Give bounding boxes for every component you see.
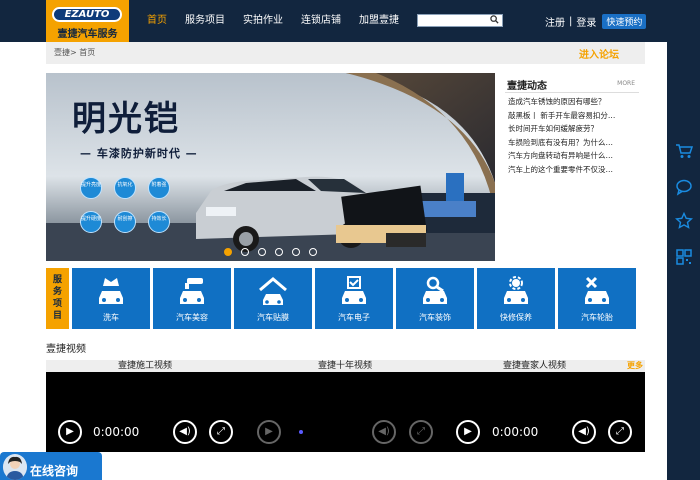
news-more-link[interactable]: MORE (617, 80, 635, 87)
main-nav: 首页 服务项目 实拍作业 连锁店铺 加盟壹捷 (138, 0, 408, 42)
service-car-film[interactable]: 汽车贴膜 (234, 268, 312, 329)
logo-subtitle: 壹捷汽车服务 (57, 29, 118, 40)
car-decoration-icon (423, 276, 447, 304)
service-name: 汽车电子 (338, 313, 370, 322)
banner-subtitle: — 车漆防护新时代 — (80, 147, 198, 160)
news-item[interactable]: 敲黑板丨 新手开车最容易扣分… (508, 109, 640, 123)
volume-icon[interactable]: ◀) (372, 420, 396, 444)
feature-badge: 持效长 (148, 211, 170, 233)
right-toolbar (667, 42, 700, 480)
services-label-text: 服务项目 (52, 275, 62, 321)
video-player-area: ▶ 0:00:00 ◀) ⤢ ▶ ◀) ⤢ ▶ 0:00:00 ◀) ⤢ (46, 372, 645, 452)
video-tab-ten-years[interactable]: 壹捷十年视频 (318, 360, 372, 372)
service-name: 洗车 (103, 313, 119, 322)
logo[interactable]: EZAUTO 壹捷汽车服务 (46, 0, 129, 42)
quick-booking-button[interactable]: 快速预约 (602, 13, 647, 29)
chat-icon[interactable] (675, 178, 693, 196)
forum-link[interactable]: 进入论坛 (579, 46, 619, 61)
news-item[interactable]: 长时间开车如何缓解疲劳？ (508, 122, 640, 136)
service-name: 汽车装饰 (419, 313, 451, 322)
carousel-dot[interactable] (241, 248, 249, 256)
video-time: 0:00:00 (492, 425, 539, 439)
search-icon[interactable] (489, 15, 500, 26)
video-section-title: 壹捷视频 (46, 344, 86, 355)
banner-carousel[interactable]: 明光铠 — 车漆防护新时代 — 提升亮度 抗氧化 附着强 提升硬度 耐刮擦 持效… (46, 73, 495, 261)
cart-icon[interactable] (675, 142, 694, 160)
feature-badge: 提升亮度 (80, 177, 102, 199)
volume-icon[interactable]: ◀) (173, 420, 197, 444)
news-item[interactable]: 造成汽车锈蚀的原因有哪些？ (508, 95, 640, 109)
news-item[interactable]: 车损险到底有没有用？为什么… (508, 136, 640, 150)
carousel-dots (224, 248, 326, 256)
search-input[interactable] (417, 14, 503, 27)
car-beauty-icon (180, 278, 204, 304)
feature-badge: 提升硬度 (80, 211, 102, 233)
car-wash-icon (99, 278, 123, 304)
service-car-tire[interactable]: 汽车轮胎 (558, 268, 636, 329)
feature-badge: 附着强 (148, 177, 170, 199)
car-film-icon (259, 277, 287, 305)
service-name: 汽车美容 (176, 313, 208, 322)
service-name: 快修保养 (500, 313, 532, 322)
login-link[interactable]: 登录 (576, 14, 596, 29)
consult-label: 在线咨询 (30, 464, 79, 478)
news-list: 造成汽车锈蚀的原因有哪些？ 敲黑板丨 新手开车最容易扣分… 长时间开车如何缓解疲… (508, 95, 640, 176)
volume-icon[interactable]: ◀) (572, 420, 596, 444)
carousel-dot[interactable] (275, 248, 283, 256)
nav-work-photos[interactable]: 实拍作业 (234, 0, 292, 42)
avatar (3, 454, 27, 480)
news-item[interactable]: 汽车方向盘转动有异响是什么… (508, 149, 640, 163)
video-tabs: 壹捷施工视频 壹捷十年视频 壹捷壹家人视频 更多 (46, 360, 645, 372)
play-icon[interactable]: ▶ (257, 420, 281, 444)
news-item[interactable]: 汽车上的这个重要零件不仅没… (508, 163, 640, 177)
fullscreen-icon[interactable]: ⤢ (209, 420, 233, 444)
carousel-dot[interactable] (309, 248, 317, 256)
nav-chain-stores[interactable]: 连锁店铺 (292, 0, 350, 42)
car-electronics-icon (342, 276, 366, 304)
fullscreen-icon[interactable]: ⤢ (608, 420, 632, 444)
news-panel: 壹捷动态 MORE 造成汽车锈蚀的原因有哪些？ 敲黑板丨 新手开车最容易扣分… … (501, 73, 645, 261)
top-navigation-bar: EZAUTO 壹捷汽车服务 首页 服务项目 实拍作业 连锁店铺 加盟壹捷 注册 … (0, 0, 700, 42)
online-consult-button[interactable]: 在线咨询 (0, 452, 102, 480)
service-car-repair[interactable]: 快修保养 (477, 268, 555, 329)
feature-badge: 耐刮擦 (114, 211, 136, 233)
service-car-beauty[interactable]: 汽车美容 (153, 268, 231, 329)
video-tab-family[interactable]: 壹捷壹家人视频 (503, 360, 566, 372)
services-label: 服务项目 (46, 268, 69, 329)
service-car-electronics[interactable]: 汽车电子 (315, 268, 393, 329)
loading-dot (299, 430, 303, 434)
video-tab-construction[interactable]: 壹捷施工视频 (118, 360, 172, 372)
register-link[interactable]: 注册 (545, 14, 565, 29)
service-car-decoration[interactable]: 汽车装饰 (396, 268, 474, 329)
carousel-dot[interactable] (292, 248, 300, 256)
breadcrumb-bar: 壹捷> 首页 进入论坛 (46, 42, 645, 64)
banner-title: 明光铠 (72, 99, 180, 139)
breadcrumb[interactable]: 壹捷> 首页 (54, 47, 95, 58)
news-title: 壹捷动态 (507, 81, 547, 92)
nav-franchise[interactable]: 加盟壹捷 (350, 0, 408, 42)
carousel-dot[interactable] (258, 248, 266, 256)
car-tire-icon (585, 276, 609, 304)
play-icon[interactable]: ▶ (456, 420, 480, 444)
nav-home[interactable]: 首页 (138, 0, 176, 42)
divider: | (569, 15, 573, 27)
nav-services[interactable]: 服务项目 (176, 0, 234, 42)
video-more-link[interactable]: 更多 (627, 360, 643, 372)
service-name: 汽车贴膜 (257, 313, 289, 322)
logo-mark: EZAUTO (52, 7, 122, 22)
car-repair-icon (504, 276, 528, 304)
auth-links: 注册 | 登录 快速预约 (545, 13, 647, 29)
page: EZAUTO 壹捷汽车服务 首页 服务项目 实拍作业 连锁店铺 加盟壹捷 注册 … (0, 0, 700, 480)
play-icon[interactable]: ▶ (58, 420, 82, 444)
star-icon[interactable] (674, 211, 694, 230)
divider (505, 92, 639, 93)
video-time: 0:00:00 (93, 425, 140, 439)
feature-badge: 抗氧化 (114, 177, 136, 199)
qrcode-icon[interactable] (675, 248, 693, 266)
carousel-dot[interactable] (224, 248, 232, 256)
service-car-wash[interactable]: 洗车 (72, 268, 150, 329)
service-name: 汽车轮胎 (581, 313, 613, 322)
fullscreen-icon[interactable]: ⤢ (409, 420, 433, 444)
